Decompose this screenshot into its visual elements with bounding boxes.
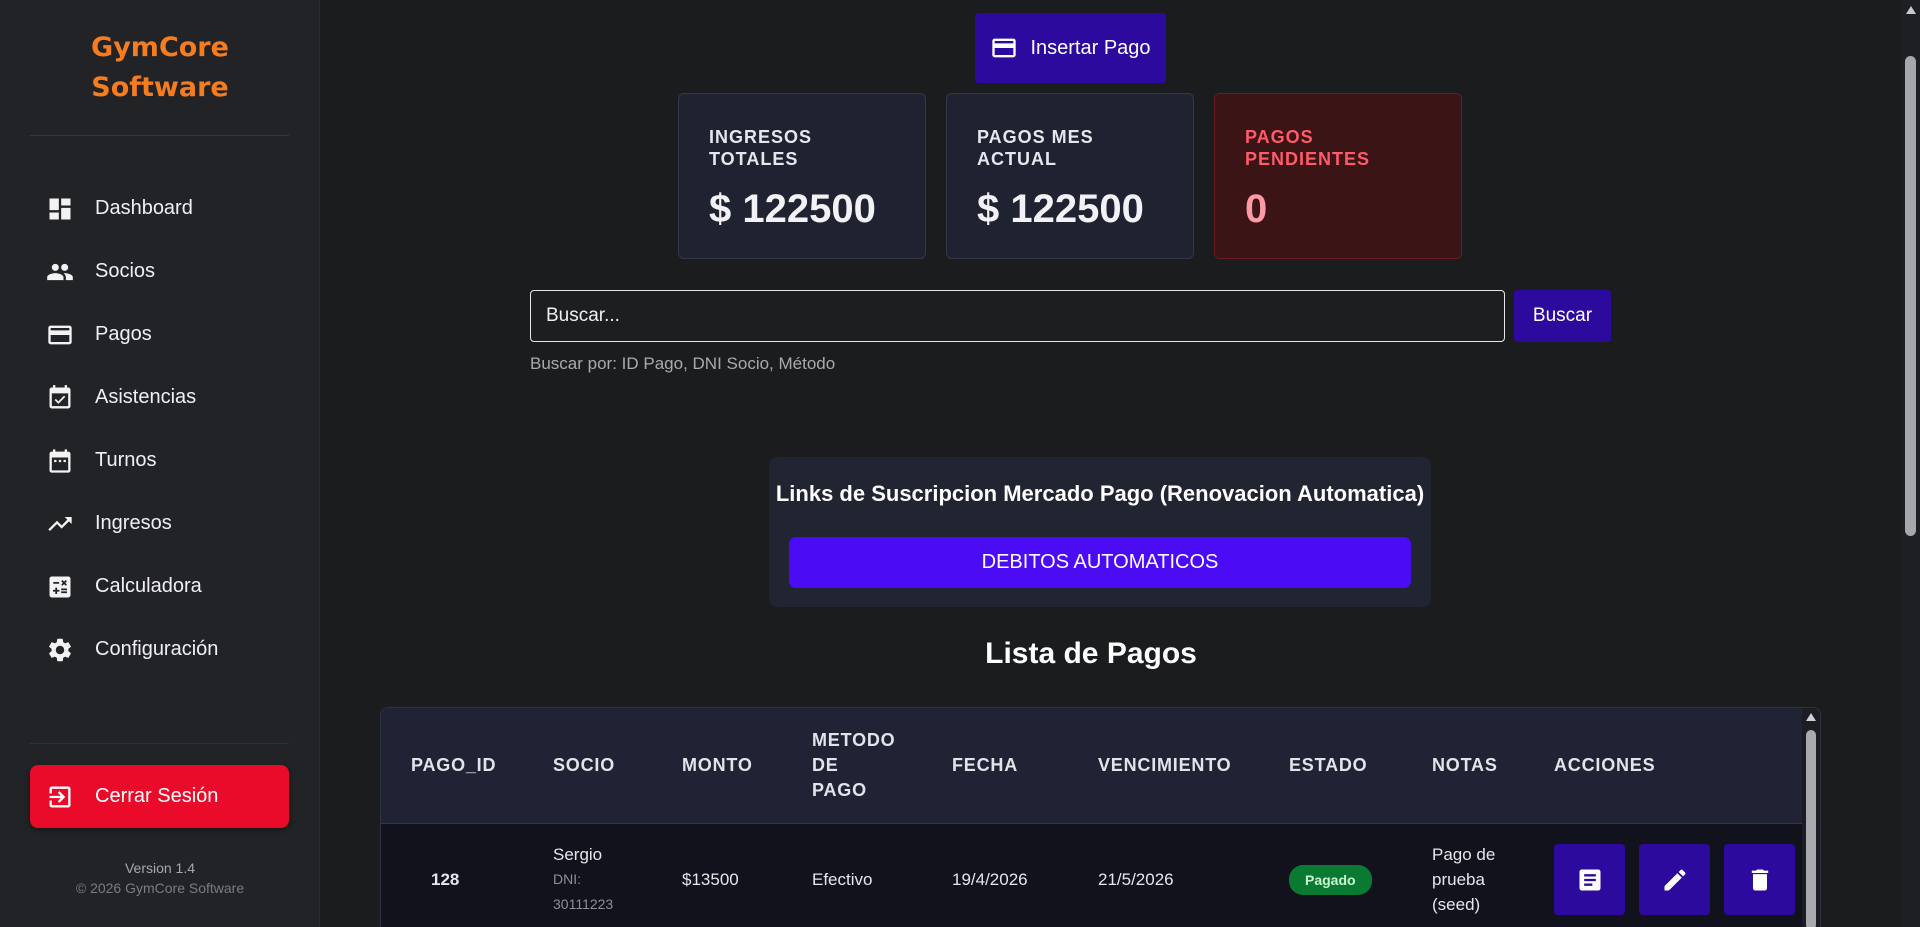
- stat-value: $ 122500: [709, 187, 876, 231]
- page-scrollbar[interactable]: [1901, 0, 1920, 927]
- sidebar-item-label: Dashboard: [95, 197, 193, 219]
- socio-dni-label: DNI:: [553, 871, 581, 887]
- delete-icon: [1751, 869, 1768, 890]
- cell-vencimiento: 21/5/2026: [1098, 870, 1174, 889]
- column-header-metodo-de-pago[interactable]: METODO DE PAGO: [812, 728, 895, 803]
- column-header-notas[interactable]: NOTAS: [1432, 753, 1498, 778]
- cell-pago-id: 128: [431, 870, 460, 889]
- cell-metodo: Efectivo: [812, 870, 873, 889]
- brand-divider: [30, 135, 289, 136]
- edit-icon: [1664, 868, 1686, 890]
- sidebar-item-dashboard[interactable]: Dashboard: [30, 177, 290, 240]
- sidebar-item-configuracion[interactable]: Configuración: [30, 618, 290, 681]
- sidebar-item-ingresos[interactable]: Ingresos: [30, 492, 290, 555]
- cell-socio: Sergio DNI: 30111223: [553, 842, 613, 917]
- stat-label: PAGOS MES ACTUAL: [977, 127, 1094, 169]
- column-header-monto[interactable]: MONTO: [682, 753, 753, 778]
- logout-icon: [46, 783, 74, 811]
- sidebar: GymCore Software Dashboard Socios Pagos: [0, 0, 320, 927]
- subscription-links-title: Links de Suscripcion Mercado Pago (Renov…: [775, 481, 1425, 506]
- scroll-up-arrow-icon[interactable]: [1806, 713, 1816, 721]
- table-scrollbar-thumb[interactable]: [1806, 730, 1816, 927]
- stat-label: PAGOS PENDIENTES: [1245, 127, 1371, 169]
- logout-label: Cerrar Sesión: [95, 785, 219, 807]
- version-text: Version 1.4: [124, 860, 196, 876]
- sidebar-item-label: Calculadora: [95, 575, 202, 597]
- gear-icon: [46, 636, 74, 664]
- stat-value: $ 122500: [977, 187, 1144, 231]
- stat-card-pagos-mes-actual: PAGOS MES ACTUAL $ 122500: [946, 93, 1194, 259]
- sidebar-item-asistencias[interactable]: Asistencias: [30, 366, 290, 429]
- stat-card-pagos-pendientes: PAGOS PENDIENTES 0: [1214, 93, 1462, 259]
- search-hint: Buscar por: ID Pago, DNI Socio, Método: [530, 354, 836, 373]
- page-scrollbar-thumb[interactable]: [1905, 56, 1916, 536]
- people-icon: [46, 258, 74, 286]
- column-header-pago-id[interactable]: PAGO_ID: [411, 753, 496, 778]
- sidebar-item-label: Turnos: [95, 449, 157, 471]
- header-line: DE: [812, 755, 839, 775]
- column-header-socio[interactable]: SOCIO: [553, 753, 615, 778]
- automatic-debits-button[interactable]: DEBITOS AUTOMATICOS: [789, 537, 1411, 588]
- column-header-vencimiento[interactable]: VENCIMIENTO: [1098, 753, 1231, 778]
- trending-up-icon: [46, 510, 74, 538]
- status-badge: Pagado: [1289, 865, 1372, 895]
- insert-payment-label: Insertar Pago: [1030, 36, 1151, 59]
- table-header: PAGO_ID SOCIO MONTO METODO DE PAGO FECHA…: [381, 708, 1803, 824]
- notes-line: Pago de: [1432, 845, 1496, 864]
- credit-card-icon: [992, 38, 1017, 58]
- calculator-icon: [46, 573, 74, 601]
- socio-dni: 30111223: [553, 896, 614, 912]
- table-scrollbar[interactable]: [1802, 708, 1820, 927]
- sidebar-item-pagos[interactable]: Pagos: [30, 303, 290, 366]
- payments-list-title: Lista de Pagos: [985, 637, 1197, 670]
- notes-line: prueba: [1432, 870, 1485, 889]
- credit-card-icon: [46, 321, 74, 349]
- column-header-estado[interactable]: ESTADO: [1289, 753, 1367, 778]
- sidebar-item-socios[interactable]: Socios: [30, 240, 290, 303]
- search-input[interactable]: [530, 290, 1505, 342]
- sidebar-item-label: Asistencias: [95, 386, 197, 408]
- subscription-links-card: Links de Suscripcion Mercado Pago (Renov…: [769, 457, 1431, 607]
- sidebar-item-turnos[interactable]: Turnos: [30, 429, 290, 492]
- sidebar-item-label: Socios: [95, 260, 156, 282]
- receipt-icon: [1579, 869, 1600, 890]
- cell-monto: $13500: [682, 870, 739, 889]
- notes-line: (seed): [1432, 895, 1481, 914]
- calendar-icon: [46, 447, 74, 475]
- sidebar-item-calculadora[interactable]: Calculadora: [30, 555, 290, 618]
- sidebar-item-label: Configuración: [95, 638, 219, 660]
- sidebar-item-label: Pagos: [95, 323, 152, 345]
- calendar-check-icon: [46, 384, 74, 412]
- cell-fecha: 19/4/2026: [952, 870, 1028, 889]
- cell-notas: Pago de prueba (seed): [1432, 842, 1495, 917]
- view-receipt-button[interactable]: [1554, 844, 1625, 915]
- stat-label: INGRESOS TOTALES: [709, 127, 813, 169]
- edit-payment-button[interactable]: [1639, 844, 1710, 915]
- column-header-fecha[interactable]: FECHA: [952, 753, 1018, 778]
- dashboard-icon: [46, 195, 74, 223]
- insert-payment-button[interactable]: Insertar Pago: [975, 13, 1166, 83]
- main-content: Insertar Pago INGRESOS TOTALES $ 122500 …: [321, 0, 1901, 927]
- sidebar-divider: [30, 743, 289, 744]
- brand-line-2: Software: [91, 72, 229, 103]
- header-line: PAGO: [812, 780, 867, 800]
- stat-card-ingresos-totales: INGRESOS TOTALES $ 122500: [678, 93, 926, 259]
- logout-button[interactable]: Cerrar Sesión: [30, 765, 289, 828]
- sidebar-nav: Dashboard Socios Pagos Asistencias Turno…: [30, 177, 290, 681]
- search-button[interactable]: Buscar: [1514, 290, 1611, 342]
- socio-name: Sergio: [553, 845, 603, 864]
- scroll-up-arrow-icon[interactable]: [1906, 6, 1916, 14]
- payments-table: PAGO_ID SOCIO MONTO METODO DE PAGO FECHA…: [380, 707, 1821, 927]
- brand-line-1: GymCore: [91, 32, 229, 63]
- copyright-text: © 2026 GymCore Software: [75, 880, 245, 896]
- header-line: METODO: [812, 730, 896, 750]
- column-header-acciones: ACCIONES: [1554, 755, 1656, 775]
- brand-logo[interactable]: GymCore Software: [0, 28, 320, 108]
- sidebar-item-label: Ingresos: [95, 512, 172, 534]
- stat-value: 0: [1245, 187, 1268, 231]
- delete-payment-button[interactable]: [1724, 844, 1795, 915]
